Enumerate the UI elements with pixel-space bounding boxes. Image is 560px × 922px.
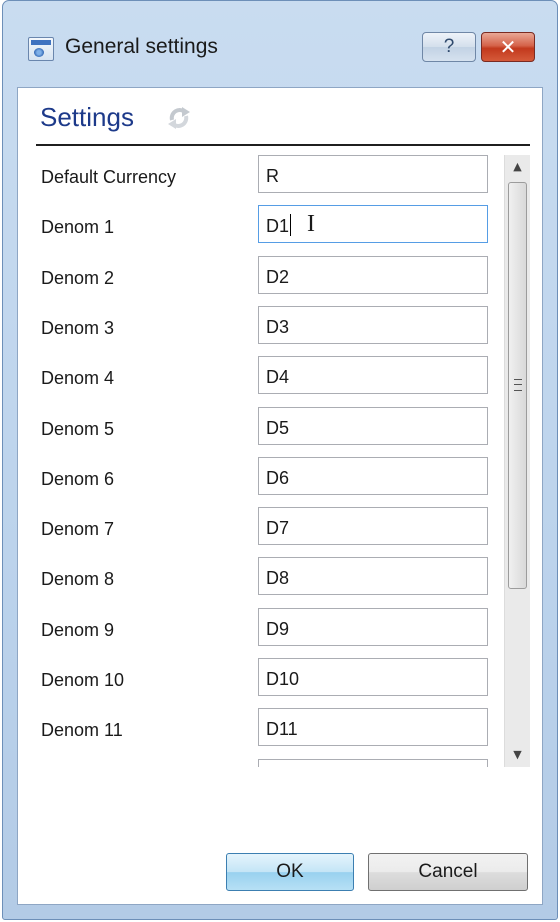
settings-row: Denom 12D12 — [18, 758, 504, 767]
field-input[interactable]: D11 — [258, 708, 488, 747]
field-label: Denom 8 — [41, 569, 115, 590]
field-input[interactable]: D9 — [258, 607, 488, 646]
settings-row: Denom 5 D5 — [18, 406, 504, 457]
field-label: Denom 5 — [41, 418, 115, 439]
scroll-down-arrow-icon[interactable]: ▼ — [505, 743, 530, 767]
ibeam-cursor-icon: I — [307, 211, 315, 238]
settings-dialog: General settings ? ✕ Settings Default Cu… — [2, 0, 558, 920]
window-title: General settings — [65, 35, 218, 58]
scroll-thumb[interactable] — [508, 182, 527, 589]
app-icon — [28, 37, 54, 61]
settings-row: Denom 2 D2 — [18, 255, 504, 306]
page-title: Settings — [40, 102, 134, 132]
field-label: Denom 9 — [41, 619, 115, 640]
field-label: Denom 10 — [41, 670, 125, 690]
field-value: D6 — [266, 467, 290, 488]
settings-row: Denom 1 D1 I — [18, 205, 504, 255]
settings-row: Denom 11 D11 — [18, 708, 504, 758]
text-caret — [290, 214, 291, 237]
field-input[interactable]: D6 — [258, 456, 488, 495]
settings-row: Denom 4 D4 — [18, 356, 504, 406]
settings-row: Denom 7 D7 — [18, 507, 504, 557]
field-value: R — [266, 166, 279, 186]
field-value: D11 — [266, 719, 298, 740]
field-label: Denom 6 — [41, 468, 115, 489]
field-value: D5 — [266, 417, 290, 438]
field-value: D10 — [266, 669, 300, 689]
settings-row: Denom 6 D6 — [18, 456, 504, 507]
field-input[interactable]: D8 — [258, 557, 488, 596]
field-input[interactable]: D4 — [258, 356, 488, 395]
field-label: Default Currency — [41, 167, 177, 187]
ok-button[interactable]: OK — [226, 853, 354, 891]
field-value: D8 — [266, 568, 290, 589]
field-label: Denom 11 — [41, 720, 123, 741]
settings-row: Denom 3 D3 — [18, 305, 504, 356]
field-input[interactable]: D2 — [258, 255, 488, 294]
field-value: D4 — [266, 367, 290, 388]
help-button[interactable]: ? — [422, 32, 476, 62]
field-value: D3 — [266, 316, 290, 337]
field-input[interactable]: R — [258, 155, 488, 193]
field-value: D9 — [266, 618, 290, 639]
field-label: Denom 7 — [41, 519, 115, 540]
field-label: Denom 2 — [41, 267, 115, 288]
title-bar[interactable]: General settings ? ✕ — [3, 1, 557, 87]
field-label: Denom 4 — [41, 368, 115, 389]
settings-row: Denom 8 D8 — [18, 557, 504, 607]
cancel-button[interactable]: Cancel — [368, 853, 528, 891]
scroll-up-arrow-icon[interactable]: ▲ — [505, 155, 530, 179]
field-input[interactable]: D12 — [258, 758, 488, 767]
settings-list: Default Currency R Denom 1 D1 I Denom 2 D2 Deno… — [18, 155, 504, 767]
field-label: Denom 1 — [41, 217, 115, 238]
vertical-scrollbar[interactable]: ▲ ▼ — [504, 155, 530, 767]
field-value: D1 — [266, 216, 290, 237]
field-input[interactable]: D3 — [258, 305, 488, 344]
grip-icon — [514, 379, 522, 391]
field-value: D7 — [266, 518, 290, 539]
settings-row: Denom 9 D9 — [18, 607, 504, 658]
field-input[interactable]: D7 — [258, 507, 488, 546]
field-input[interactable]: D1 I — [258, 205, 488, 244]
refresh-icon — [168, 107, 190, 129]
close-button[interactable]: ✕ — [481, 32, 535, 62]
field-input[interactable]: D10 — [258, 658, 488, 696]
settings-row: Denom 10 D10 — [18, 658, 504, 708]
field-value: D2 — [266, 266, 290, 287]
field-input[interactable]: D5 — [258, 406, 488, 445]
client-area: Settings Default Currency R Denom 1 D1 I Deno… — [17, 87, 543, 905]
header-divider — [36, 144, 530, 146]
settings-row: Default Currency R — [18, 155, 504, 205]
field-label: Denom 3 — [41, 317, 115, 338]
